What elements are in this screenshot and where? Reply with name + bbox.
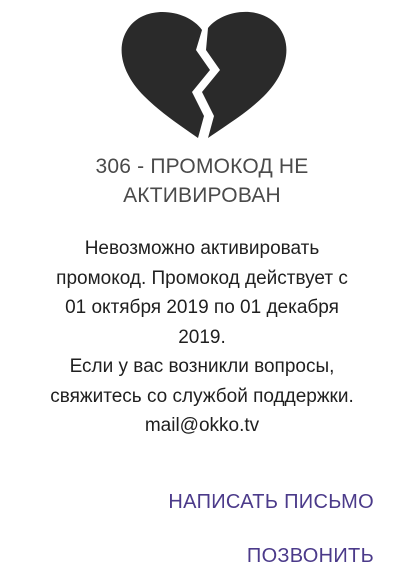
error-message: Невозможно активировать промокод. Промок…: [18, 234, 386, 441]
message-line-5: Если у вас возникли вопросы,: [69, 356, 335, 377]
message-line-2: промокод. Промокод действует с: [56, 267, 348, 289]
write-email-button[interactable]: НАПИСАТЬ ПИСЬМО: [168, 491, 374, 514]
message-line-6: свяжитесь со службой поддержки.: [50, 385, 354, 407]
message-line-1: Невозможно активировать: [84, 238, 320, 259]
support-email: mail@okko.tv: [144, 415, 260, 436]
message-line-4: 2019.: [178, 326, 226, 348]
broken-heart-icon: [118, 8, 288, 140]
message-line-3: 01 октября 2019 по 01 декабря: [65, 297, 339, 318]
error-title-line-1: 306 - ПРОМОКОД НЕ: [95, 155, 309, 178]
error-dialog: 306 - ПРОМОКОД НЕ АКТИВИРОВАН Невозможно…: [0, 0, 404, 577]
error-title-line-2: АКТИВИРОВАН: [123, 184, 281, 207]
error-title: 306 - ПРОМОКОД НЕ АКТИВИРОВАН: [20, 152, 384, 210]
call-button[interactable]: ПОЗВОНИТЬ: [247, 545, 374, 568]
